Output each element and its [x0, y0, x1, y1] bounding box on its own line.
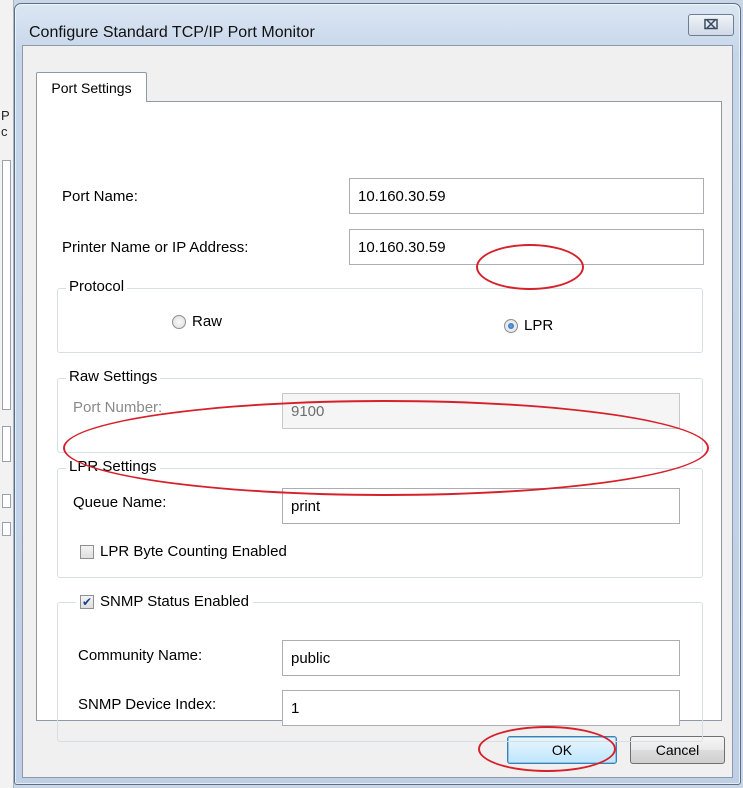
- port-name-label: Port Name:: [62, 188, 138, 205]
- tab-label: Port Settings: [51, 79, 132, 96]
- window-title: Configure Standard TCP/IP Port Monitor: [29, 24, 315, 41]
- radio-unchecked-icon: [172, 314, 186, 329]
- protocol-raw-radio[interactable]: Raw: [172, 313, 222, 330]
- checkbox-checked-icon: ✔: [80, 594, 94, 609]
- port-name-value: 10.160.30.59: [358, 187, 446, 205]
- background-control: [2, 494, 11, 508]
- raw-settings-group-title: Raw Settings: [66, 368, 161, 385]
- printer-address-label: Printer Name or IP Address:: [62, 239, 249, 256]
- community-name-value: public: [291, 649, 331, 667]
- background-list: [2, 160, 11, 410]
- dialog-window: Configure Standard TCP/IP Port Monitor ⌧…: [14, 3, 741, 785]
- checkbox-label: SNMP Status Enabled: [100, 593, 249, 610]
- snmp-group: ✔ SNMP Status Enabled Community Name: pu…: [57, 593, 703, 742]
- tab-port-settings[interactable]: Port Settings: [36, 72, 147, 102]
- protocol-group: Protocol Raw LPR: [57, 278, 703, 353]
- community-name-label: Community Name:: [78, 647, 203, 664]
- radio-label: LPR: [524, 317, 554, 334]
- raw-settings-group: Raw Settings Port Number: 9100: [57, 368, 703, 453]
- community-name-input[interactable]: public: [282, 640, 680, 676]
- lpr-settings-group-title: LPR Settings: [66, 458, 160, 475]
- radio-label: Raw: [192, 313, 223, 330]
- lpr-byte-counting-checkbox[interactable]: LPR Byte Counting Enabled: [80, 543, 287, 560]
- snmp-enabled-checkbox[interactable]: ✔ SNMP Status Enabled: [76, 593, 253, 610]
- port-name-input[interactable]: 10.160.30.59: [349, 178, 704, 214]
- background-text: P: [1, 108, 10, 123]
- ok-button-label: OK: [551, 742, 573, 758]
- printer-address-input[interactable]: 10.160.30.59: [349, 229, 704, 265]
- port-number-value: 9100: [291, 402, 325, 420]
- device-index-input[interactable]: 1: [282, 690, 680, 726]
- lpr-settings-group: LPR Settings Queue Name: print LPR Byte …: [57, 458, 703, 578]
- background-control: [2, 426, 11, 462]
- checkbox-unchecked-icon: [80, 544, 94, 559]
- port-settings-panel: Port Name: 10.160.30.59 Printer Name or …: [36, 101, 722, 742]
- checkbox-label: LPR Byte Counting Enabled: [100, 543, 287, 560]
- close-icon: ⌧: [703, 17, 719, 32]
- printer-address-value: 10.160.30.59: [358, 238, 446, 256]
- protocol-group-title: Protocol: [66, 278, 128, 295]
- protocol-lpr-radio[interactable]: LPR: [504, 317, 553, 334]
- queue-name-input[interactable]: print: [282, 488, 680, 524]
- queue-name-label: Queue Name:: [73, 494, 167, 511]
- radio-checked-icon: [504, 318, 518, 333]
- dialog-client-area: Port Settings Port Name: 10.160.30.59 Pr…: [22, 45, 733, 778]
- background-window-edge: P c: [0, 0, 14, 788]
- port-number-label: Port Number:: [73, 399, 163, 416]
- queue-name-value: print: [291, 497, 321, 515]
- close-button[interactable]: ⌧: [688, 14, 734, 36]
- background-text: c: [1, 124, 8, 139]
- background-control: [2, 522, 11, 536]
- device-index-value: 1: [291, 699, 300, 717]
- port-number-input: 9100: [282, 393, 680, 429]
- cancel-button-label: Cancel: [655, 742, 700, 758]
- device-index-label: SNMP Device Index:: [78, 696, 217, 713]
